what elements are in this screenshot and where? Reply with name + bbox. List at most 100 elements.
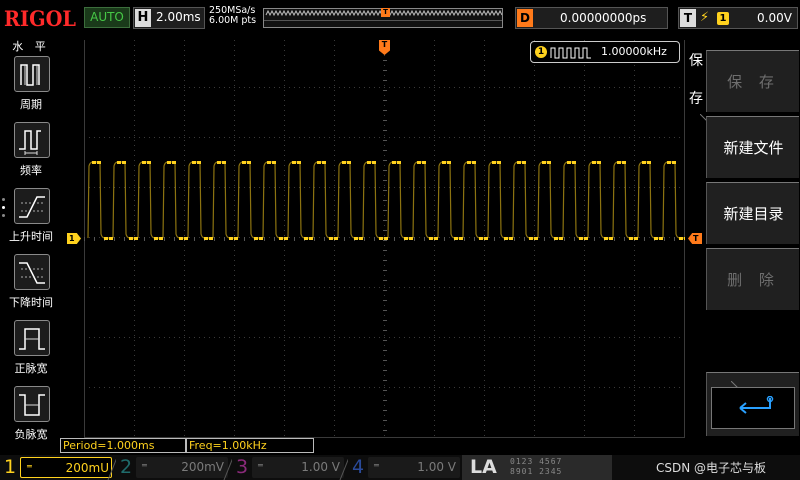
trace-sample: [284, 237, 288, 240]
trace-sample: [229, 237, 233, 240]
measure-period[interactable]: 周期: [4, 56, 58, 118]
trace-sample: [479, 237, 483, 240]
save-menu: 保 存 保 存 新建文件 新建目录 删 除: [689, 36, 800, 438]
trigger-setting[interactable]: T ⚡ 1 0.00V: [678, 7, 798, 29]
channel-3[interactable]: 3 ═ 1.00 V: [232, 455, 352, 480]
new-folder-button[interactable]: 新建目录: [706, 182, 799, 244]
trace-sample: [454, 237, 458, 240]
measure-frequency-label: 频率: [20, 164, 42, 177]
channel-2-number: 2: [120, 456, 133, 478]
trace-sample: [459, 237, 463, 240]
measure-rise-time[interactable]: 上升时间: [4, 188, 58, 250]
trace-sample: [209, 237, 213, 240]
trace-sample: [92, 161, 96, 164]
memory-depth: 6.00M pts: [209, 15, 257, 26]
channel-4-scale-box: ═ 1.00 V: [368, 457, 460, 478]
trace-sample: [534, 237, 538, 240]
measure-positive-width[interactable]: 正脉宽: [4, 320, 58, 382]
measure-period-label: 周期: [20, 98, 42, 111]
trace-sample: [409, 237, 413, 240]
freq-result[interactable]: Freq=1.00kHz: [186, 438, 314, 453]
measure-fall-time[interactable]: 下降时间: [4, 254, 58, 316]
trace-sample: [417, 161, 421, 164]
trace-sample: [204, 237, 208, 240]
measure-fall-time-label: 下降时间: [9, 296, 53, 309]
trigger-level-marker[interactable]: T: [688, 233, 702, 244]
rising-edge-icon: ⚡: [700, 10, 710, 25]
horizontal-timebase[interactable]: H 2.00ms: [133, 7, 205, 29]
trace-sample: [484, 237, 488, 240]
graticule: [84, 40, 685, 438]
trace-sample: [217, 161, 221, 164]
period-result[interactable]: Period=1.000ms: [60, 438, 186, 453]
measure-negative-width-label: 负脉宽: [14, 428, 48, 441]
trace-sample: [117, 161, 121, 164]
trace-sample: [259, 237, 263, 240]
channel-3-scale-box: ═ 1.00 V: [252, 457, 344, 478]
waveform-display[interactable]: [84, 40, 685, 438]
trace-sample: [397, 161, 401, 164]
save-button-label: 保 存: [727, 73, 780, 91]
measure-rise-time-label: 上升时间: [9, 230, 53, 243]
trace-sample: [659, 237, 663, 240]
save-button[interactable]: 保 存: [706, 50, 799, 112]
trace-sample: [554, 237, 558, 240]
horizontal-delay[interactable]: D 0.00000000ps: [515, 7, 668, 29]
trace-sample: [297, 161, 301, 164]
trace-sample: [279, 237, 283, 240]
trace-sample: [604, 237, 608, 240]
channel-1-scale: 200mU: [65, 461, 109, 475]
status-bar: RIGOL AUTO H 2.00ms 250MSa/s 6.00M pts T…: [0, 0, 800, 36]
trace-sample: [422, 161, 426, 164]
brand-logo: RIGOL: [4, 6, 77, 31]
timebase-value: 2.00ms: [156, 10, 201, 24]
enter-return-icon: [739, 396, 774, 414]
trace-sample: [642, 161, 646, 164]
new-file-button[interactable]: 新建文件: [706, 116, 799, 178]
delete-button[interactable]: 删 除: [706, 248, 799, 310]
trigger-source: 1: [717, 12, 729, 25]
trace-sample: [529, 237, 533, 240]
channel-2[interactable]: 2 ═ 200mV: [116, 455, 236, 480]
trace-sample: [342, 161, 346, 164]
watermark: CSDN @电子芯与板: [656, 461, 767, 475]
trace-sample: [634, 237, 638, 240]
right-menu-title: 保 存: [689, 42, 707, 118]
channel-2-scale: 200mV: [181, 460, 224, 474]
channel-1[interactable]: 1 ═ 200mU: [0, 455, 120, 480]
trace-sample: [334, 237, 338, 240]
enter-button[interactable]: [706, 372, 799, 436]
negative-width-icon: [14, 386, 50, 422]
run-mode-button[interactable]: AUTO: [84, 7, 130, 28]
logic-analyzer[interactable]: LA 0123 4567 8901 2345: [462, 455, 612, 480]
trace-sample: [154, 237, 158, 240]
trace-sample: [109, 237, 113, 240]
channel-3-number: 3: [236, 456, 249, 478]
measure-negative-width[interactable]: 负脉宽: [4, 386, 58, 448]
trace-sample: [679, 237, 683, 240]
trace-sample: [579, 237, 583, 240]
channel-4[interactable]: 4 ═ 1.00 V: [348, 455, 468, 480]
trace-sample: [272, 161, 276, 164]
trace-sample: [104, 237, 108, 240]
channel-divider: [223, 458, 232, 480]
trace-sample: [572, 161, 576, 164]
trace-sample: [197, 161, 201, 164]
memory-overview-bar[interactable]: T: [263, 8, 503, 28]
measure-frequency[interactable]: 频率: [4, 122, 58, 184]
trace-sample: [347, 161, 351, 164]
trace-sample: [122, 161, 126, 164]
channel-divider: [107, 458, 116, 480]
trace-sample: [629, 237, 633, 240]
frequency-icon: [14, 122, 50, 158]
trace-sample: [654, 237, 658, 240]
trace-sample: [234, 237, 238, 240]
trace-sample: [504, 237, 508, 240]
trace-sample: [372, 161, 376, 164]
ch1-offset-marker[interactable]: 1: [67, 233, 81, 244]
trace-sample: [179, 237, 183, 240]
trace-sample: [292, 161, 296, 164]
trace-sample: [142, 161, 146, 164]
trace-sample: [354, 237, 358, 240]
positive-width-icon: [14, 320, 50, 356]
